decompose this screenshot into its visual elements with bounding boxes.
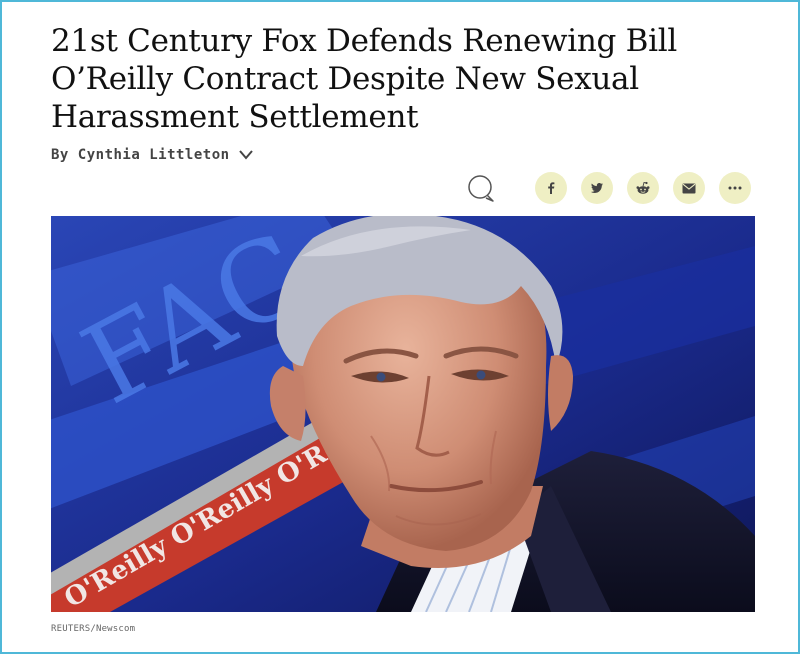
photo-credit: REUTERS/Newscom bbox=[51, 624, 136, 634]
author-byline[interactable]: By Cynthia Littleton bbox=[51, 147, 254, 163]
chevron-down-icon bbox=[238, 150, 253, 160]
twitter-share-button[interactable] bbox=[581, 172, 613, 204]
email-share-button[interactable] bbox=[673, 172, 705, 204]
reddit-share-button[interactable] bbox=[627, 172, 659, 204]
comment-button[interactable] bbox=[465, 172, 497, 204]
reddit-icon bbox=[636, 181, 650, 194]
facebook-share-button[interactable] bbox=[535, 172, 567, 204]
twitter-icon bbox=[590, 183, 603, 193]
hero-image: FAC O'Reilly O'Reilly O'Reilly bbox=[51, 216, 755, 612]
facebook-icon bbox=[548, 182, 555, 194]
more-share-button[interactable] bbox=[719, 172, 751, 204]
more-icon bbox=[728, 186, 742, 190]
email-icon bbox=[682, 183, 696, 193]
article-headline: 21st Century Fox Defends Renewing Bill O… bbox=[51, 23, 677, 135]
share-bar bbox=[465, 172, 751, 204]
byline-text: By Cynthia Littleton bbox=[51, 147, 230, 163]
comment-icon bbox=[468, 175, 494, 202]
